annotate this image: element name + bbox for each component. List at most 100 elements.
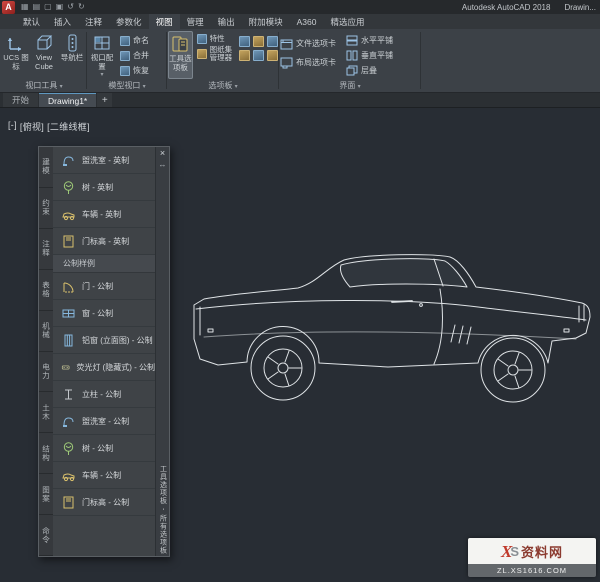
viewport-controls[interactable]: [-] <box>8 120 17 133</box>
palette-title-bar[interactable]: × ↔ 工具选项板 - 所有选项板 <box>155 147 169 556</box>
palette-item-1[interactable]: 树 - 英制 <box>53 174 155 201</box>
palette-item-0[interactable]: 盥洗室 - 英制 <box>53 147 155 174</box>
ribbon-tab-strip: 默认 插入 注释 参数化 视图 管理 输出 附加模块 A360 精选应用 <box>0 14 600 29</box>
ribbon-tab-3[interactable]: 参数化 <box>109 14 149 29</box>
palette-item-label: 车辆 - 英制 <box>82 209 122 219</box>
file-tabs-toggle-button[interactable]: 文件选项卡 <box>280 37 346 50</box>
button-label: 工具选项板 <box>169 54 192 72</box>
palette-group-tab-9[interactable]: 命令 <box>39 515 53 557</box>
new-drawing-tab-button[interactable]: + <box>97 93 113 107</box>
quick-access-toolbar: ▦ ▤ ▢ ▣ ↺ ↻ <box>21 3 85 11</box>
watermark-brand: 资料网 <box>521 544 564 560</box>
panel-separator <box>278 32 279 89</box>
tile-horizontally-button[interactable]: 水平平铺 <box>346 34 410 47</box>
redo-icon[interactable]: ↻ <box>78 3 85 11</box>
viewport-view-control[interactable]: [俯视] <box>20 120 44 133</box>
palette-item-6[interactable]: 窗 - 公制 <box>53 300 155 327</box>
tool-palettes-button[interactable]: 工具选项板 <box>168 31 193 79</box>
lights-icon[interactable] <box>267 50 278 61</box>
ribbon-tab-9[interactable]: 精选应用 <box>323 14 371 29</box>
ribbon-tab-5[interactable]: 管理 <box>180 14 211 29</box>
palette-icon-grid <box>239 31 278 61</box>
ribbon-tab-6[interactable]: 输出 <box>211 14 242 29</box>
viewport-visual-style-control[interactable]: [二维线框] <box>47 120 90 133</box>
palette-item-12[interactable]: 车辆 - 公制 <box>53 462 155 489</box>
palette-group-tab-6[interactable]: 土木 <box>39 392 53 434</box>
open-icon[interactable]: ▢ <box>44 3 52 11</box>
restore-viewports-button[interactable]: 恢复 <box>120 64 149 77</box>
palette-item-2[interactable]: 车辆 - 英制 <box>53 201 155 228</box>
palette-item-5[interactable]: 门 - 公制 <box>53 273 155 300</box>
ribbon-panel-model-viewports: 视口配置 ▾ 命名 合并 恢复 模型视口 ▾ <box>88 29 166 92</box>
car-drawing <box>193 254 591 403</box>
palette-group-tab-4[interactable]: 机械 <box>39 310 53 352</box>
ribbon-panel-palettes: 工具选项板 特性 图纸集管理器 选项板 ▾ <box>168 29 278 92</box>
ucs-icon-button[interactable]: UCS 图标 <box>2 31 30 79</box>
palette-group-tab-7[interactable]: 结构 <box>39 433 53 475</box>
chevron-down-icon: ▾ <box>100 72 104 79</box>
palette-item-label: 门标高 - 英制 <box>82 236 130 246</box>
palette-group-tab-0[interactable]: 建模 <box>39 147 53 188</box>
palette-item-11[interactable]: 树 - 公制 <box>53 435 155 462</box>
new-icon[interactable]: ▤ <box>33 3 41 11</box>
visual-styles-icon[interactable] <box>267 36 278 47</box>
view-cube-button[interactable]: View Cube <box>30 31 58 79</box>
palette-group-tab-8[interactable]: 图案 <box>39 474 53 516</box>
vehicle-icon <box>62 212 75 220</box>
palette-group-tab-2[interactable]: 注释 <box>39 228 53 270</box>
door-elevation-icon <box>63 235 74 247</box>
palette-group-tab-3[interactable]: 表格 <box>39 269 53 311</box>
palette-item-label: 盥洗室 - 英制 <box>82 155 130 165</box>
panel-separator <box>166 32 167 89</box>
design-center-icon[interactable] <box>253 36 264 47</box>
cascade-button[interactable]: 层叠 <box>346 64 410 77</box>
palette-item-8[interactable]: 荧光灯 (隐藏式) - 公制 <box>53 354 155 381</box>
panel-label-text: 视口工具 <box>25 81 58 90</box>
watermark-logo: X S 资料网 <box>468 538 596 564</box>
autocad-logo[interactable]: A <box>2 0 15 14</box>
palette-item-label: 树 - 英制 <box>82 182 114 192</box>
join-viewports-button[interactable]: 合并 <box>120 49 149 62</box>
properties-palette-button[interactable]: 特性 <box>196 34 235 44</box>
file-tab-1[interactable]: Drawing1* <box>39 93 97 107</box>
viewport-config-button[interactable]: 视口配置 ▾ <box>88 31 116 79</box>
palette-group-tab-5[interactable]: 电力 <box>39 351 53 393</box>
panel-label-text: 选项板 <box>208 81 233 90</box>
menu-grid-icon[interactable]: ▦ <box>21 3 29 11</box>
doc-title: Drawin... <box>564 2 596 12</box>
ribbon-tab-7[interactable]: 附加模块 <box>242 14 290 29</box>
ribbon-tab-8[interactable]: A360 <box>290 14 324 29</box>
titlebar: A ▦ ▤ ▢ ▣ ↺ ↻ Autodesk AutoCAD 2018 Drawin... <box>0 0 600 14</box>
save-icon[interactable]: ▣ <box>56 3 64 11</box>
ribbon-tab-0[interactable]: 默认 <box>16 14 47 29</box>
palette-item-3[interactable]: 门标高 - 英制 <box>53 228 155 255</box>
count-icon[interactable] <box>253 50 264 61</box>
palette-item-9[interactable]: 立柱 - 公制 <box>53 381 155 408</box>
panel-label-viewport-tools[interactable]: 视口工具 <box>2 80 86 91</box>
ribbon-tab-1[interactable]: 插入 <box>47 14 78 29</box>
panel-label-palettes[interactable]: 选项板 <box>168 80 278 91</box>
palette-group-tab-1[interactable]: 约束 <box>39 187 53 229</box>
palette-item-10[interactable]: 盥洗室 - 公制 <box>53 408 155 435</box>
markup-icon[interactable] <box>239 50 250 61</box>
command-line-icon[interactable] <box>239 36 250 47</box>
tile-horizontal-icon <box>346 35 358 46</box>
file-tab-0[interactable]: 开始 <box>3 93 39 107</box>
tile-vertically-button[interactable]: 垂直平铺 <box>346 49 410 62</box>
panel-label-interface[interactable]: 界面 <box>280 80 420 91</box>
palette-item-7[interactable]: 铝窗 (立面图) - 公制 <box>53 327 155 354</box>
undo-icon[interactable]: ↺ <box>67 3 74 11</box>
ribbon-tab-2[interactable]: 注释 <box>78 14 109 29</box>
viewport-config-icon <box>94 36 110 50</box>
named-viewports-button[interactable]: 命名 <box>120 34 149 47</box>
navigation-bar-button[interactable]: 导航栏 <box>58 31 86 79</box>
layout-tabs-toggle-button[interactable]: 布局选项卡 <box>280 56 346 69</box>
auto-hide-icon[interactable]: ↔ <box>159 161 167 169</box>
close-icon[interactable]: × <box>160 149 165 158</box>
sheet-set-manager-button[interactable]: 图纸集管理器 <box>196 46 235 61</box>
door-icon <box>63 282 74 292</box>
panel-label-model-viewports[interactable]: 模型视口 <box>88 80 166 91</box>
ribbon-tab-4[interactable]: 视图 <box>148 14 180 29</box>
palette-item-13[interactable]: 门标高 - 公制 <box>53 489 155 516</box>
watermark-url: ZL.XS1616.COM <box>468 564 596 577</box>
